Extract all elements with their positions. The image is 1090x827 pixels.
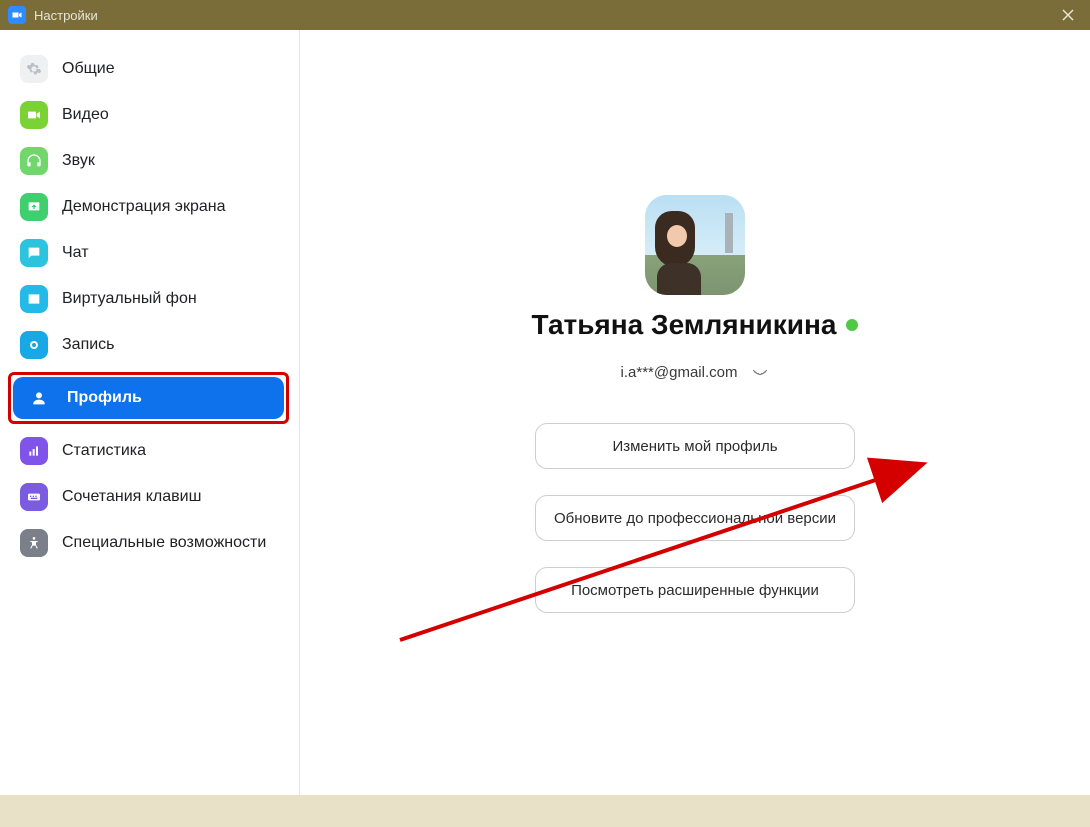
chat-icon: [20, 239, 48, 267]
sidebar-item-label: Статистика: [62, 442, 146, 460]
profile-name: Татьяна Земляникина: [532, 309, 837, 341]
sidebar-item-label: Виртуальный фон: [62, 290, 197, 308]
sidebar-item-recording[interactable]: Запись: [8, 324, 289, 366]
sidebar-item-accessibility[interactable]: Специальные возможности: [8, 522, 289, 564]
sidebar-item-statistics[interactable]: Статистика: [8, 430, 289, 472]
annotation-highlight-box: Профиль: [8, 372, 289, 424]
profile-panel: Татьяна Земляникина i.a***@gmail.com Изм…: [300, 30, 1090, 795]
sidebar-item-audio[interactable]: Звук: [8, 140, 289, 182]
video-icon: [20, 101, 48, 129]
sidebar-item-general[interactable]: Общие: [8, 48, 289, 90]
sidebar-item-virtual-background[interactable]: Виртуальный фон: [8, 278, 289, 320]
status-online-dot: [846, 319, 858, 331]
virtual-background-icon: [20, 285, 48, 313]
titlebar: Настройки: [0, 0, 1090, 30]
titlebar-left: Настройки: [8, 6, 98, 24]
sidebar-item-label: Чат: [62, 244, 89, 262]
gear-icon: [20, 55, 48, 83]
sidebar-item-label: Сочетания клавиш: [62, 488, 201, 506]
sidebar-item-label: Звук: [62, 152, 95, 170]
settings-sidebar: Общие Видео Звук Демонстрация экрана: [0, 30, 300, 795]
edit-profile-button[interactable]: Изменить мой профиль: [535, 423, 855, 469]
sidebar-item-label: Профиль: [67, 389, 142, 407]
record-icon: [20, 331, 48, 359]
sidebar-item-chat[interactable]: Чат: [8, 232, 289, 274]
person-icon: [25, 384, 53, 412]
share-screen-icon: [20, 193, 48, 221]
profile-name-row: Татьяна Земляникина: [532, 309, 859, 341]
profile-actions: Изменить мой профиль Обновите до професс…: [535, 423, 855, 613]
sidebar-item-keyboard-shortcuts[interactable]: Сочетания клавиш: [8, 476, 289, 518]
sidebar-item-label: Видео: [62, 106, 109, 124]
accessibility-icon: [20, 529, 48, 557]
headphones-icon: [20, 147, 48, 175]
settings-window: Настройки Общие Видео: [0, 0, 1090, 827]
eye-closed-icon[interactable]: [751, 361, 769, 383]
upgrade-pro-button[interactable]: Обновите до профессиональной версии: [535, 495, 855, 541]
footer-strip: [0, 795, 1090, 827]
sidebar-item-share-screen[interactable]: Демонстрация экрана: [8, 186, 289, 228]
close-button[interactable]: [1054, 1, 1082, 29]
window-body: Общие Видео Звук Демонстрация экрана: [0, 30, 1090, 795]
app-icon: [8, 6, 26, 24]
profile-email-row: i.a***@gmail.com: [621, 361, 770, 383]
sidebar-item-profile[interactable]: Профиль: [13, 377, 284, 419]
sidebar-item-label: Демонстрация экрана: [62, 198, 226, 216]
window-title: Настройки: [34, 8, 98, 23]
view-advanced-features-button[interactable]: Посмотреть расширенные функции: [535, 567, 855, 613]
sidebar-item-video[interactable]: Видео: [8, 94, 289, 136]
bar-chart-icon: [20, 437, 48, 465]
sidebar-item-label: Специальные возможности: [62, 534, 266, 552]
avatar[interactable]: [645, 195, 745, 295]
keyboard-icon: [20, 483, 48, 511]
profile-email: i.a***@gmail.com: [621, 364, 738, 381]
sidebar-item-label: Запись: [62, 336, 115, 354]
sidebar-item-label: Общие: [62, 60, 115, 78]
